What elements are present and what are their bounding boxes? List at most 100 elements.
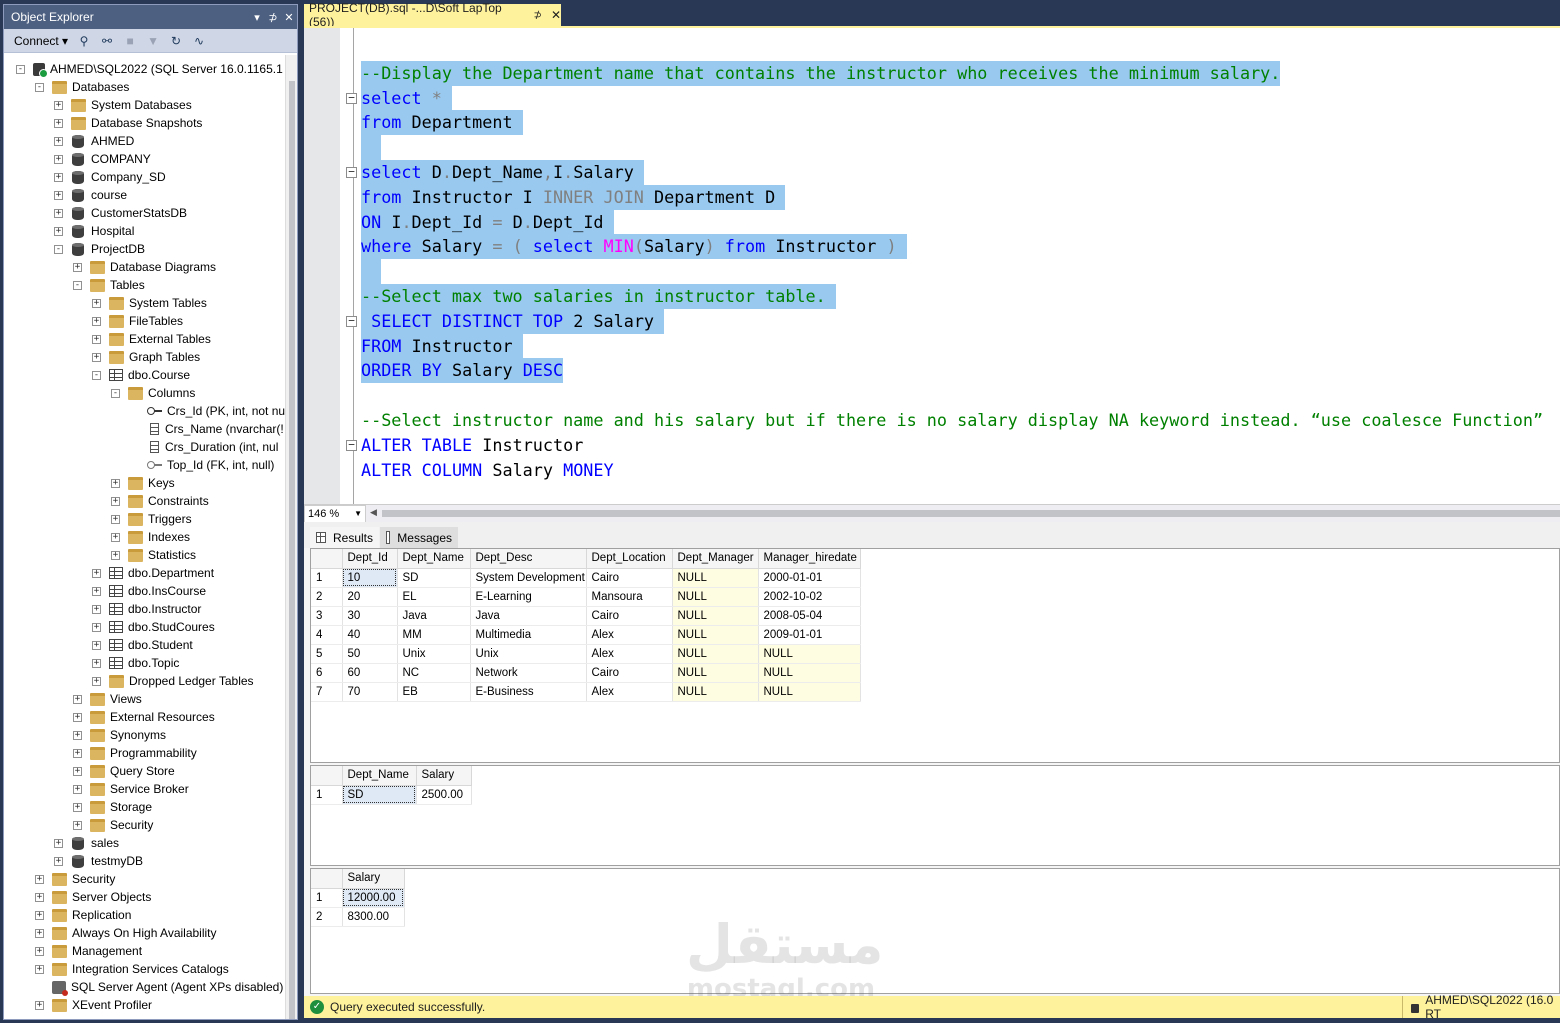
tree-node[interactable]: + Synonyms [73,726,166,744]
table-cell[interactable]: 30 [342,606,398,626]
table-row[interactable]: 1 12000.00 [311,888,405,908]
tab-messages[interactable]: Messages [380,527,458,548]
expand-icon[interactable]: + [35,928,44,938]
row-number[interactable]: 3 [311,606,343,626]
table-cell[interactable]: Unix [397,644,471,664]
expand-icon[interactable]: + [73,262,82,272]
code-line[interactable] [361,259,382,285]
table-row[interactable]: 7 70 EB E-Business Alex NULL NULL [311,682,861,702]
row-number[interactable]: 4 [311,625,343,645]
expand-icon[interactable]: + [92,622,101,632]
table-cell[interactable]: SD [397,568,471,588]
filter-icon[interactable]: ▼ [146,34,160,48]
tree-node[interactable]: + FileTables [92,312,183,330]
column-header[interactable]: Dept_Name [397,549,471,569]
expand-icon[interactable]: + [92,640,101,650]
table-cell[interactable]: 20 [342,587,398,607]
expand-icon[interactable]: + [92,316,101,326]
expand-icon[interactable]: + [54,118,63,128]
expand-icon[interactable]: + [35,910,44,920]
collapse-region-icon[interactable]: − [346,166,357,178]
tree-node[interactable]: + Keys [111,474,175,492]
expand-icon[interactable]: + [54,190,63,200]
collapse-region-icon[interactable]: − [346,315,357,327]
table-row[interactable]: 2 20 EL E-Learning Mansoura NULL 2002-10-02 [311,587,861,607]
expand-icon[interactable]: + [54,856,63,866]
code-line[interactable]: from Instructor I INNER JOIN Department … [361,184,786,210]
tree-node[interactable]: + Indexes [111,528,190,546]
expand-icon[interactable]: + [111,550,120,560]
code-line[interactable]: from Department [361,110,523,136]
code-line[interactable]: --Select max two salaries in instructor … [361,284,836,309]
tree-node[interactable]: + Replication [35,906,131,924]
table-row[interactable]: 1 SD 2500.00 [311,785,472,805]
expand-icon[interactable]: + [54,100,63,110]
collapse-icon[interactable]: - [111,388,120,398]
expand-icon[interactable]: + [54,226,63,236]
expand-icon[interactable]: + [35,946,44,956]
tree-node[interactable]: + course [54,186,127,204]
row-number[interactable]: 1 [311,888,343,908]
tree-node[interactable]: + Database Snapshots [54,114,202,132]
table-cell[interactable]: Cairo [586,606,673,626]
table-cell[interactable]: NULL [758,644,861,664]
scroll-left-icon[interactable]: ◀ [370,507,377,518]
tree-node[interactable]: - AHMED\SQL2022 (SQL Server 16.0.1165.1 -… [16,60,297,78]
expand-icon[interactable]: + [73,784,82,794]
dropdown-icon[interactable]: ▾ [249,11,265,24]
tree-node[interactable]: - Columns [111,384,195,402]
expand-icon[interactable]: + [54,154,63,164]
tree-node[interactable]: + dbo.InsCourse [92,582,206,600]
table-row[interactable]: 4 40 MM Multimedia Alex NULL 2009-01-01 [311,625,861,645]
expand-icon[interactable]: + [73,730,82,740]
tree-node[interactable]: + CustomerStatsDB [54,204,187,222]
expand-icon[interactable]: + [92,604,101,614]
collapse-region-icon[interactable]: − [346,92,357,104]
table-cell[interactable]: Java [397,606,471,626]
tree-node[interactable]: + Security [35,870,115,888]
tree-node[interactable]: + dbo.Department [92,564,214,582]
tree-node[interactable]: + Integration Services Catalogs [35,960,229,978]
table-cell[interactable]: 50 [342,644,398,664]
tree-node[interactable]: SQL Server Agent (Agent XPs disabled) [35,978,283,996]
table-cell[interactable]: NC [397,663,471,683]
table-cell[interactable]: E-Business [470,682,587,702]
code-line[interactable]: ON I.Dept_Id = D.Dept_Id [361,209,614,235]
collapse-icon[interactable]: - [92,370,101,380]
table-cell[interactable]: 2000-01-01 [758,568,861,588]
tree-node[interactable]: + Graph Tables [92,348,200,366]
table-cell[interactable]: Alex [586,682,673,702]
tree-node[interactable]: + Server Objects [35,888,151,906]
column-header[interactable]: Salary [342,869,405,889]
expand-icon[interactable]: + [35,1000,44,1010]
object-explorer-scrollbar[interactable] [285,55,297,1019]
column-header[interactable]: Dept_Name [342,766,417,786]
tree-node[interactable]: - dbo.Course [92,366,190,384]
table-cell[interactable]: NULL [758,663,861,683]
stop-icon[interactable]: ■ [123,34,137,48]
tree-node[interactable]: + External Tables [92,330,211,348]
query-editor[interactable]: --Display the Department name that conta… [304,28,1560,504]
table-cell[interactable]: Java [470,606,587,626]
code-line[interactable]: where Salary = ( select MIN(Salary) from… [361,234,907,260]
tree-node[interactable]: + dbo.Instructor [92,600,201,618]
table-row[interactable]: 1 10 SD System Development Cairo NULL 2000-01-… [311,568,861,588]
row-number[interactable]: 2 [311,907,343,927]
expand-icon[interactable]: + [54,136,63,146]
table-cell[interactable]: Alex [586,625,673,645]
code-line[interactable]: select * [361,85,452,111]
tree-node[interactable]: + testmyDB [54,852,143,870]
table-cell[interactable]: 2002-10-02 [758,587,861,607]
table-cell[interactable]: Multimedia [470,625,587,645]
tree-node[interactable]: + AHMED [54,132,134,150]
tree-node[interactable]: - Tables [73,276,145,294]
tree-node[interactable]: + dbo.Student [92,636,193,654]
expand-icon[interactable]: + [92,658,101,668]
code-line[interactable]: --Display the Department name that conta… [361,60,1281,86]
tree-node[interactable]: Top_Id (FK, int, null) [130,456,274,474]
table-row[interactable]: 5 50 Unix Unix Alex NULL NULL [311,644,861,664]
tree-node[interactable]: + Triggers [111,510,192,528]
table-cell[interactable]: Alex [586,644,673,664]
tree-node[interactable]: Crs_Name (nvarchar(! [130,420,284,438]
table-cell[interactable]: 2008-05-04 [758,606,861,626]
